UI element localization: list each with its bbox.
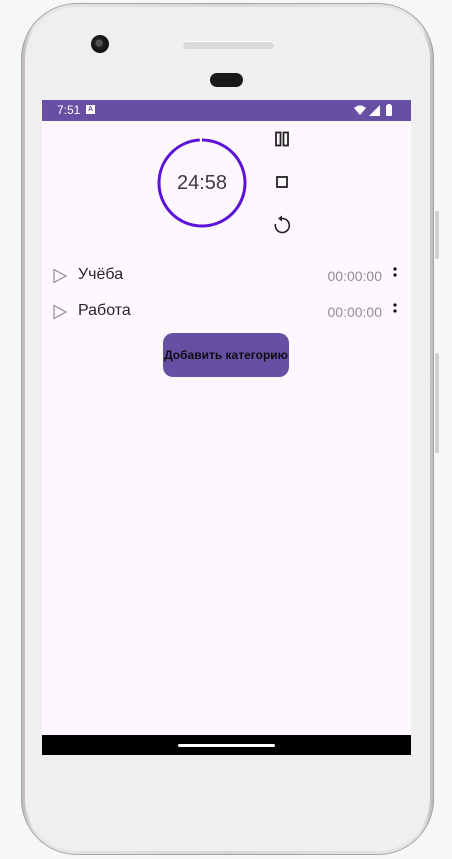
status-bar: 7:51 A — [42, 100, 411, 121]
app-screen: 7:51 A 24:58 Учёба 00:00:00 Работа 00:00… — [42, 100, 411, 755]
category-time: 00:00:00 — [327, 304, 383, 320]
category-time: 00:00:00 — [327, 268, 383, 284]
more-vert-icon[interactable] — [391, 302, 399, 320]
battery-icon — [386, 105, 392, 116]
top-speaker-grille — [183, 41, 274, 49]
notification-a-icon: A — [86, 105, 95, 114]
pause-button[interactable] — [268, 125, 296, 153]
front-camera — [91, 35, 109, 53]
system-icons — [354, 104, 392, 116]
navigation-bar — [42, 735, 411, 755]
status-time: 7:51 — [57, 103, 81, 117]
add-category-button[interactable]: Добавить категорию — [163, 333, 289, 377]
timer-display: 24:58 — [176, 172, 228, 194]
earpiece — [210, 73, 243, 87]
stop-button[interactable] — [268, 168, 296, 196]
home-gesture-handle[interactable] — [178, 744, 275, 747]
category-row[interactable]: Работа 00:00:00 — [42, 294, 411, 330]
volume-button — [435, 353, 439, 453]
reset-button[interactable] — [268, 211, 296, 239]
play-icon[interactable] — [52, 304, 68, 320]
category-row[interactable]: Учёба 00:00:00 — [42, 258, 411, 294]
more-vert-icon[interactable] — [391, 266, 399, 284]
stop-icon — [276, 176, 288, 188]
wifi-icon — [354, 105, 366, 115]
signal-icon — [369, 105, 380, 116]
category-name: Работа — [78, 302, 131, 319]
restart-icon — [274, 215, 291, 234]
pause-icon — [275, 131, 289, 147]
category-name: Учёба — [78, 266, 124, 283]
play-icon[interactable] — [52, 268, 68, 284]
power-button — [435, 211, 439, 259]
